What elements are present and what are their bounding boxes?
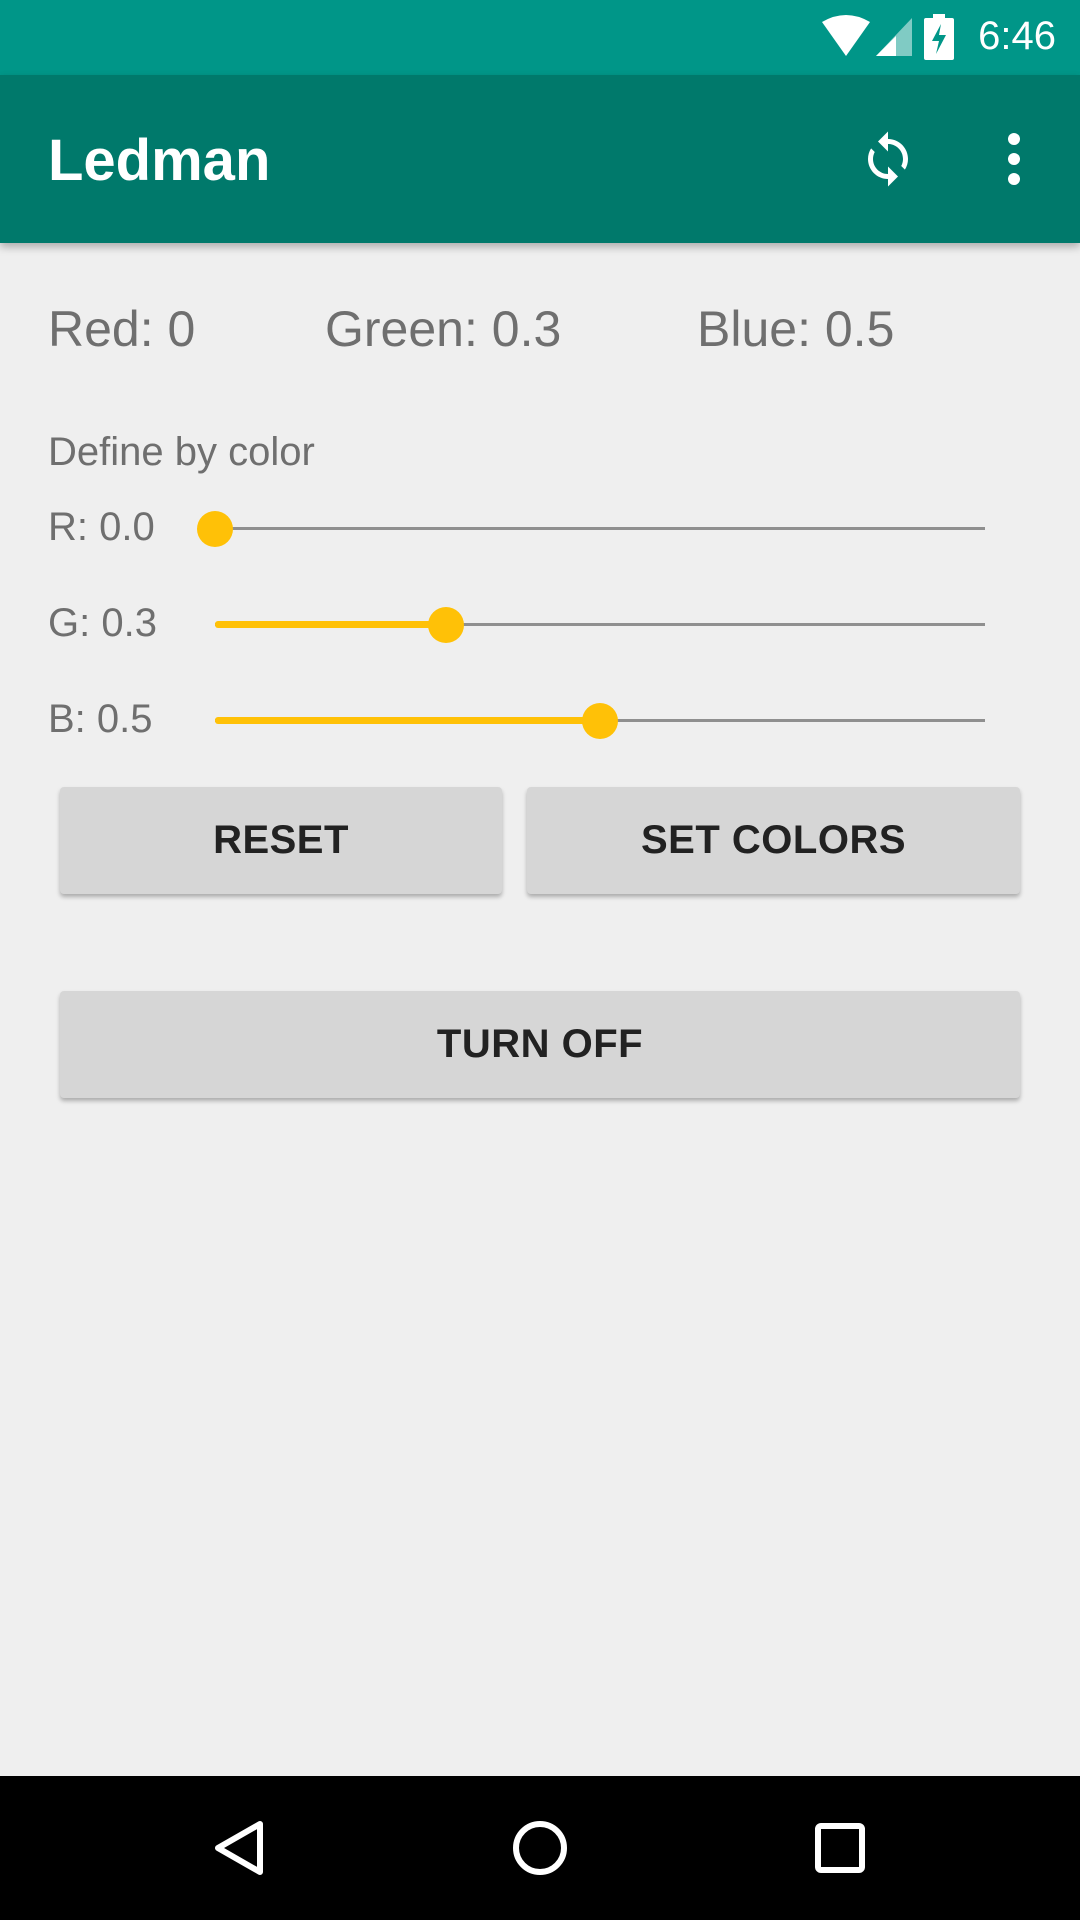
turn-off-button[interactable]: TURN OFF — [60, 991, 1020, 1098]
slider-green-value: 0.3 — [101, 601, 157, 645]
slider-fill — [215, 717, 600, 724]
slider-red-value: 0.0 — [99, 505, 155, 549]
reset-button[interactable]: RESET — [60, 787, 502, 894]
more-options-button[interactable] — [970, 115, 1058, 203]
recents-icon — [815, 1823, 865, 1873]
blue-slider[interactable] — [215, 691, 985, 751]
sync-button[interactable] — [844, 115, 932, 203]
back-icon — [215, 1821, 263, 1875]
slider-thumb[interactable] — [428, 607, 464, 643]
sync-icon — [868, 131, 908, 187]
status-icons — [820, 14, 930, 60]
wifi-icon — [822, 15, 870, 56]
home-icon — [513, 1821, 567, 1875]
slider-label-blue: B: 0.5 — [48, 697, 153, 742]
blue-summary-value: 0.5 — [824, 301, 895, 357]
rgb-summary: Red: 0 Green: 0.3 Blue: 0.5 — [0, 300, 1080, 360]
status-bar: 6:46 — [0, 0, 1080, 75]
red-summary-value: 0 — [167, 301, 196, 357]
back-button[interactable] — [190, 1798, 290, 1898]
app-title: Ledman — [48, 128, 271, 193]
green-summary: Green: 0.3 — [325, 300, 561, 358]
slider-green-label: G: — [48, 601, 91, 645]
section-title: Define by color — [48, 430, 315, 474]
green-summary-label: Green: — [325, 301, 478, 357]
slider-red-label: R: — [48, 505, 88, 549]
slider-blue-label: B: — [48, 697, 86, 741]
red-summary: Red: 0 — [48, 300, 195, 358]
signal-icon — [876, 18, 912, 56]
red-summary-label: Red: — [48, 301, 154, 357]
slider-blue-value: 0.5 — [96, 697, 153, 741]
slider-track — [215, 527, 985, 530]
slider-thumb[interactable] — [197, 511, 233, 547]
status-time: 6:46 — [978, 14, 1056, 58]
home-button[interactable] — [490, 1798, 590, 1898]
more-vert-icon — [1008, 133, 1020, 185]
set-colors-button[interactable]: SET COLORS — [527, 787, 1020, 894]
blue-summary: Blue: 0.5 — [697, 300, 894, 358]
navigation-bar — [0, 1776, 1080, 1920]
slider-label-green: G: 0.3 — [48, 601, 157, 646]
battery-charging-icon — [924, 14, 954, 65]
red-slider[interactable] — [197, 499, 985, 559]
blue-summary-label: Blue: — [697, 301, 811, 357]
green-summary-value: 0.3 — [491, 301, 562, 357]
app-bar: Ledman — [0, 75, 1080, 243]
slider-row-green: G: 0.3 — [0, 595, 1080, 655]
slider-thumb[interactable] — [582, 703, 618, 739]
slider-row-blue: B: 0.5 — [0, 691, 1080, 751]
slider-label-red: R: 0.0 — [48, 505, 155, 550]
green-slider[interactable] — [215, 595, 985, 655]
recents-button[interactable] — [790, 1798, 890, 1898]
slider-row-red: R: 0.0 — [0, 499, 1080, 559]
slider-fill — [215, 621, 446, 628]
